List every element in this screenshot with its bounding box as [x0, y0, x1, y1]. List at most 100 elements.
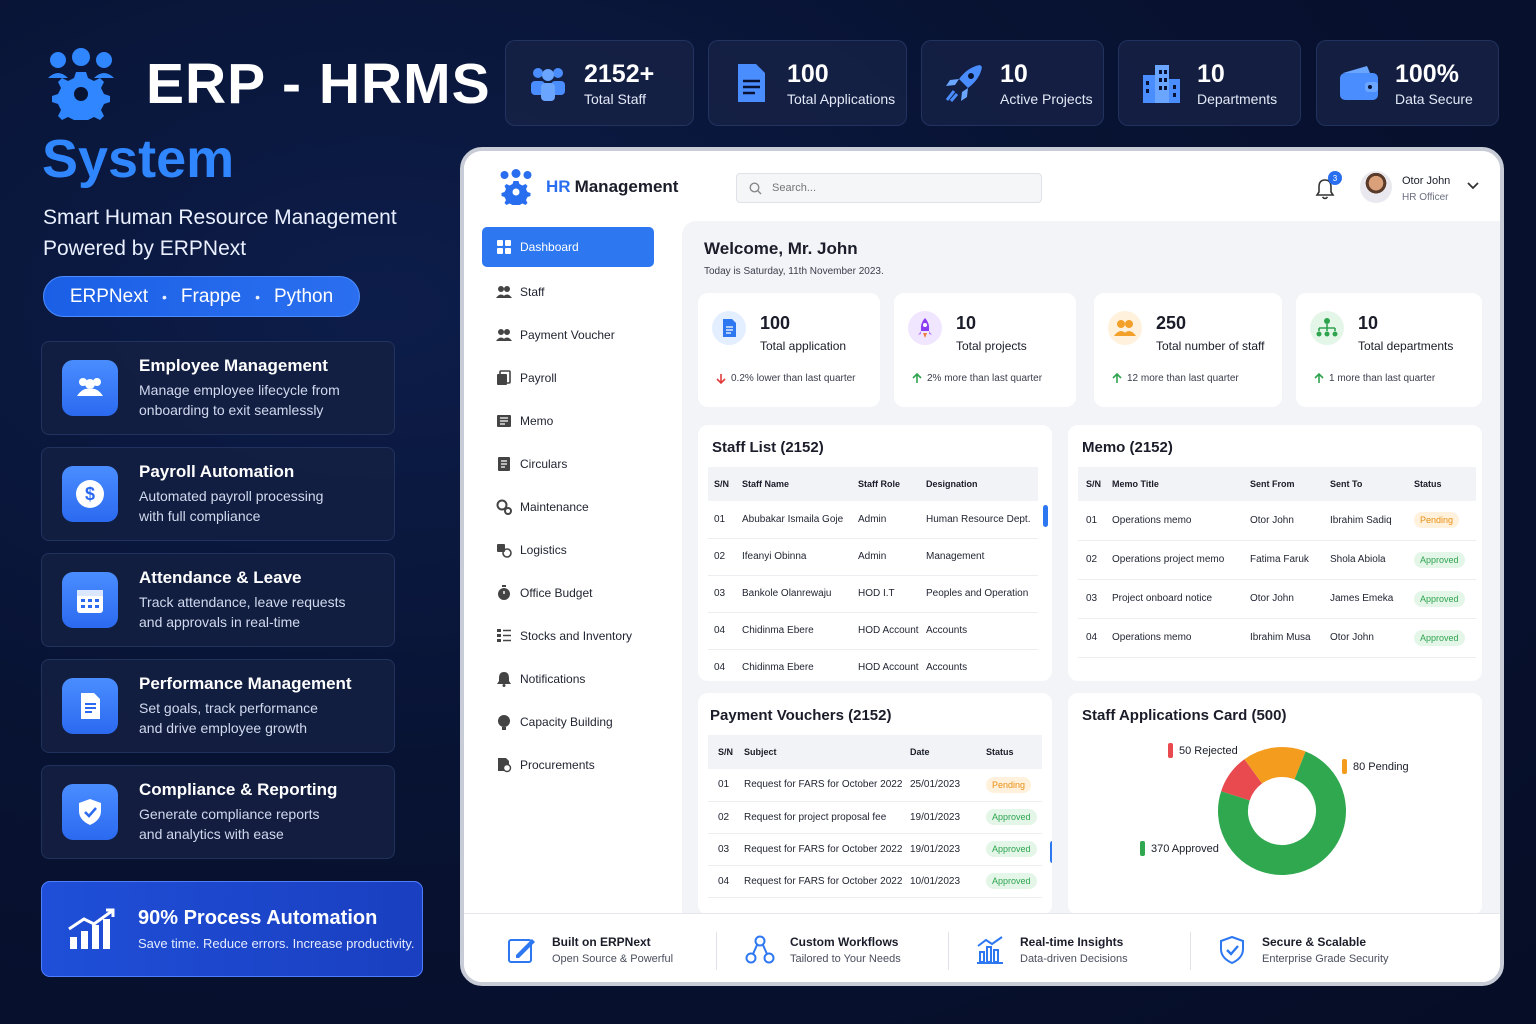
- col-header: Sent To: [1330, 467, 1414, 501]
- kpi-card-projects[interactable]: 10 Total projects 2% more than last quar…: [894, 293, 1076, 407]
- app-brand[interactable]: HR Management: [496, 169, 678, 205]
- table-row[interactable]: 02 Operations project memo Fatima Faruk Sho…: [1078, 540, 1476, 580]
- cell-sn: 01: [708, 501, 738, 539]
- app-topbar: HR Management 3 Otor John HR Officer: [464, 151, 1500, 221]
- brain-icon: [498, 715, 510, 730]
- stat-active-projects: 10 Active Projects: [921, 40, 1104, 126]
- kpi-trend: 12 more than last quarter: [1112, 373, 1239, 384]
- cell-to: James Emeka: [1330, 579, 1414, 619]
- table-row[interactable]: 02 Ifeanyi Obinna Admin Management: [708, 538, 1038, 576]
- wallet-icon: [1340, 66, 1378, 100]
- stat-label: Active Projects: [1000, 90, 1093, 107]
- sidebar-item-maintenance[interactable]: Maintenance: [482, 487, 654, 527]
- sidebar-item-stocks-inventory[interactable]: Stocks and Inventory: [482, 616, 654, 656]
- sidebar-item-procurements[interactable]: Procurements: [482, 745, 654, 785]
- panel-title: Staff List (2152): [712, 439, 824, 456]
- staff-list-panel: Staff List (2152) S/N Staff Name Staff R…: [698, 425, 1052, 681]
- footer-title: Custom Workflows: [790, 935, 899, 949]
- kpi-value: 10: [956, 313, 977, 333]
- col-header: Designation: [926, 467, 1038, 501]
- sidebar-item-capacity-building[interactable]: Capacity Building: [482, 702, 654, 742]
- search-icon: [749, 181, 762, 194]
- sidebar-item-office-budget[interactable]: Office Budget: [482, 573, 654, 613]
- sidebar-item-memo[interactable]: Memo: [482, 401, 654, 441]
- tagline-line-2: Powered by ERPNext: [43, 237, 247, 260]
- search-input[interactable]: [772, 182, 1012, 194]
- features-footer: Built on ERPNext Open Source & Powerful C…: [464, 913, 1500, 982]
- cell-sn: 04: [708, 612, 738, 650]
- table-row[interactable]: 03 Bankole Olanrewaju HOD I.T Peoples and O…: [708, 575, 1038, 613]
- tech-python: Python: [274, 285, 334, 307]
- workflow-icon: [745, 935, 775, 964]
- feature-employee-management: Employee Management Manage employee lifec…: [41, 341, 395, 435]
- feature-desc: Track attendance, leave requests and app…: [139, 594, 346, 630]
- sidebar-item-dashboard[interactable]: Dashboard: [482, 227, 654, 267]
- kpi-card-departments[interactable]: 10 Total departments 1 more than last qu…: [1296, 293, 1482, 407]
- col-header: S/N: [708, 467, 738, 501]
- col-header: Staff Role: [858, 467, 926, 501]
- cell-sn: 02: [708, 801, 744, 834]
- legend-swatch: [1342, 759, 1347, 774]
- users-icon: [496, 329, 512, 341]
- hero-logo-row: ERP - HRMS: [42, 48, 491, 120]
- cell-to: Shola Abiola: [1330, 540, 1414, 580]
- table-row[interactable]: 04 Chidinma Ebere HOD Account Accounts: [708, 612, 1038, 650]
- feature-performance-management: Performance Management Set goals, track p…: [41, 659, 395, 753]
- feature-title: Compliance & Reporting: [139, 780, 338, 799]
- logistics-icon: [497, 544, 512, 558]
- table-row[interactable]: 01 Abubakar Ismaila Goje Admin Human Resour…: [708, 501, 1038, 539]
- table-row[interactable]: 01 Operations memo Otor John Ibrahim Sadiq P…: [1078, 501, 1476, 541]
- tech-separator: •: [161, 288, 167, 305]
- sidebar-item-label: Office Budget: [520, 586, 593, 600]
- cell-sn: 01: [1078, 501, 1112, 541]
- panel-title: Staff Applications Card (500): [1082, 707, 1287, 724]
- table-row[interactable]: 02 Request for project proposal fee 19/01/…: [708, 801, 1042, 834]
- cell-name: Abubakar Ismaila Goje: [738, 501, 858, 539]
- cell-designation: Accounts: [926, 612, 1038, 650]
- table-row[interactable]: 04 Request for FARS for October 2022 10/01…: [708, 865, 1042, 898]
- people-icon: [531, 68, 565, 101]
- cell-sn: 03: [1078, 579, 1112, 619]
- table-row[interactable]: 03 Project onboard notice Otor John James E…: [1078, 579, 1476, 619]
- staff-scrollbar[interactable]: [1043, 505, 1048, 527]
- cell-designation: Human Resource Dept.: [926, 501, 1038, 539]
- table-row[interactable]: 03 Request for FARS for October 2022 19/01…: [708, 833, 1042, 866]
- sidebar-item-staff[interactable]: Staff: [482, 272, 654, 312]
- sidebar-item-label: Procurements: [520, 758, 595, 772]
- cell-role: Admin: [858, 538, 926, 576]
- avatar[interactable]: [1360, 171, 1392, 203]
- sidebar-item-payroll[interactable]: Payroll: [482, 358, 654, 398]
- grid-icon: [497, 240, 511, 254]
- automation-desc: Save time. Reduce errors. Increase produ…: [138, 936, 415, 951]
- document-icon: [738, 64, 765, 102]
- search-box: [736, 173, 1042, 203]
- legend-label: 80 Pending: [1353, 760, 1409, 773]
- kpi-card-staff[interactable]: 250 Total number of staff 12 more than l…: [1094, 293, 1282, 407]
- col-header: S/N: [1078, 467, 1112, 501]
- vouchers-scrollbar[interactable]: [1050, 841, 1052, 863]
- cell-sn: 04: [708, 865, 744, 898]
- table-row[interactable]: 04 Chidinma Ebere HOD Account Accounts: [708, 649, 1038, 681]
- table-row[interactable]: 04 Operations memo Ibrahim Musa Otor John Ap…: [1078, 618, 1476, 658]
- feature-title: Attendance & Leave: [139, 568, 302, 587]
- sidebar-item-logistics[interactable]: Logistics: [482, 530, 654, 570]
- feature-compliance-reporting: Compliance & Reporting Generate complianc…: [41, 765, 395, 859]
- copy-icon: [497, 370, 511, 385]
- kpi-label: Total number of staff: [1156, 339, 1265, 353]
- hr-management-app: HR Management 3 Otor John HR Officer Das…: [460, 147, 1504, 986]
- footer-item-security: Secure & Scalable Enterprise Grade Securi…: [1216, 934, 1389, 966]
- cell-from: Otor John: [1250, 501, 1330, 541]
- table-row[interactable]: 01 Request for FARS for October 2022 25/01…: [708, 769, 1042, 802]
- cell-sn: 03: [708, 833, 744, 866]
- kpi-card-applications[interactable]: 100 Total application 0.2% lower than la…: [698, 293, 880, 407]
- sidebar-item-notifications[interactable]: Notifications: [482, 659, 654, 699]
- col-header: Status: [986, 735, 1042, 769]
- cell-sn: 02: [708, 538, 738, 576]
- chevron-down-icon[interactable]: [1466, 181, 1480, 191]
- sidebar-item-circulars[interactable]: Circulars: [482, 444, 654, 484]
- cell-name: Chidinma Ebere: [738, 649, 858, 681]
- status-badge: Approved: [986, 809, 1037, 825]
- tech-separator: •: [255, 288, 260, 305]
- sidebar-item-label: Logistics: [520, 543, 567, 557]
- sidebar-item-payment-voucher[interactable]: Payment Voucher: [482, 315, 654, 355]
